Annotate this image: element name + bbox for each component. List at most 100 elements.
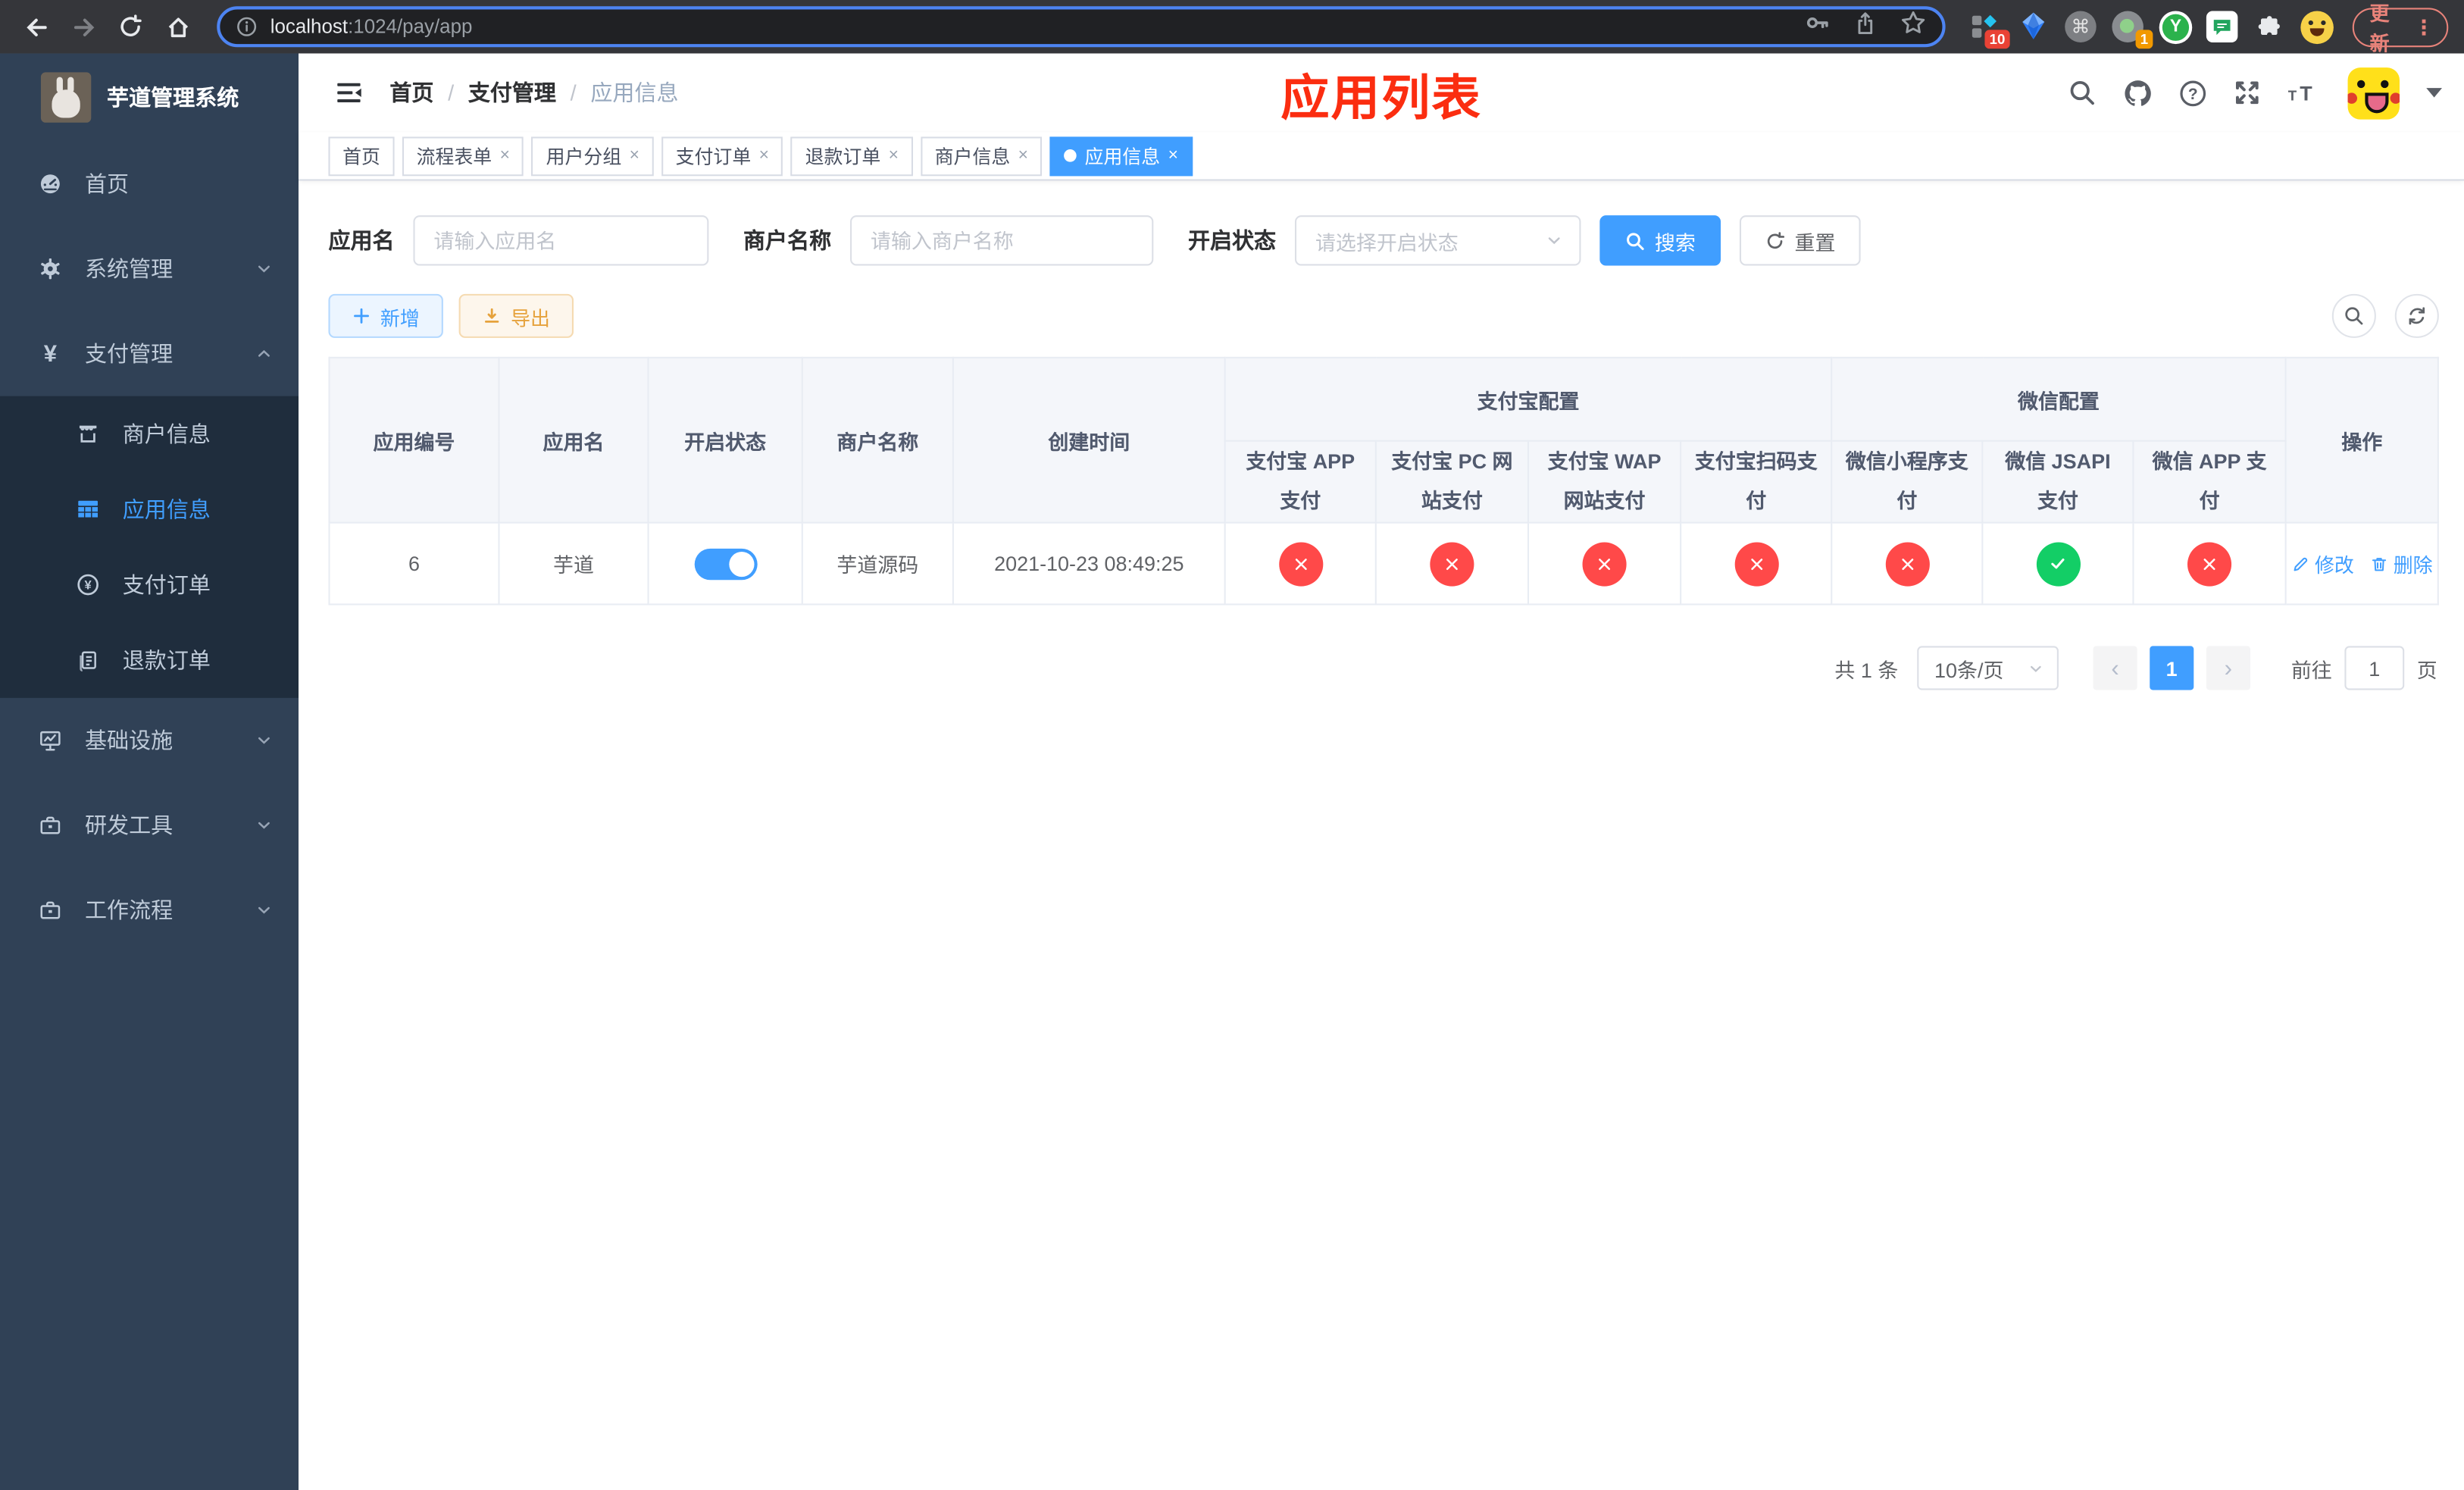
close-icon[interactable]: × — [1018, 146, 1028, 164]
fail-icon — [1734, 541, 1778, 586]
sidebar-item-workflow[interactable]: 工作流程 — [0, 868, 299, 953]
browser-update-button[interactable]: 更新 ⋮ — [2352, 3, 2449, 55]
sidebar-item-home[interactable]: 首页 — [0, 142, 299, 227]
tag-refund-order[interactable]: 退款订单 × — [790, 136, 913, 176]
avatar-caret-icon[interactable] — [2426, 88, 2442, 98]
toggle-search-button[interactable] — [2331, 293, 2376, 338]
browser-forward-button[interactable] — [63, 6, 104, 47]
close-icon[interactable]: × — [500, 146, 510, 164]
sidebar-item-payment[interactable]: ¥ 支付管理 — [0, 311, 299, 396]
col-header-alipay-qr: 支付宝扫码支付 — [1680, 440, 1833, 524]
bookmark-star-icon[interactable] — [1900, 9, 1926, 44]
share-icon[interactable] — [1853, 10, 1878, 43]
user-avatar[interactable] — [2347, 67, 2400, 119]
extension-tampermonkey-icon[interactable]: 10 — [1968, 9, 2010, 49]
fullscreen-icon[interactable] — [2231, 77, 2262, 108]
search-icon — [2345, 307, 2363, 325]
success-icon — [2035, 541, 2080, 586]
breadcrumb-current: 应用信息 — [590, 80, 679, 105]
tag-user-group[interactable]: 用户分组 × — [531, 136, 654, 176]
merchant-name-input[interactable] — [850, 215, 1154, 266]
tag-app-info[interactable]: 应用信息 × — [1050, 136, 1193, 176]
address-bar[interactable]: localhost:1024/pay/app — [217, 6, 1946, 48]
delete-link[interactable]: 删除 — [2370, 549, 2433, 578]
grid-icon — [76, 496, 101, 521]
col-header-alipay-wap: 支付宝 WAP 网站支付 — [1527, 440, 1682, 524]
extension-proxy-icon[interactable]: 1 — [2110, 9, 2153, 49]
sidebar-item-app-info[interactable]: 应用信息 — [0, 471, 299, 547]
close-icon[interactable]: × — [759, 146, 769, 164]
browser-home-button[interactable] — [157, 6, 198, 47]
profile-avatar-icon[interactable] — [2300, 10, 2334, 44]
dashboard-icon — [38, 171, 63, 196]
download-icon — [485, 308, 499, 323]
search-icon[interactable] — [2066, 77, 2097, 108]
add-button[interactable]: 新增 — [328, 293, 443, 338]
github-icon[interactable] — [2122, 77, 2153, 108]
col-header-alipay-app: 支付宝 APP 支付 — [1224, 440, 1377, 524]
monitor-chart-icon — [38, 728, 63, 753]
fail-icon — [1430, 541, 1474, 586]
sidebar-item-system[interactable]: 系统管理 — [0, 227, 299, 311]
password-key-icon[interactable] — [1804, 9, 1831, 44]
next-page-button[interactable]: › — [2206, 646, 2250, 690]
sidebar-collapse-button[interactable] — [324, 67, 374, 117]
extensions-puzzle-icon[interactable] — [2252, 9, 2287, 44]
close-icon[interactable]: × — [1168, 146, 1178, 164]
goto-page-input[interactable] — [2344, 646, 2405, 690]
page-number-1[interactable]: 1 — [2150, 646, 2194, 690]
cell-id: 6 — [328, 521, 500, 606]
app-name-input[interactable] — [413, 215, 709, 266]
sidebar-item-refund-orders[interactable]: 退款订单 — [0, 622, 299, 698]
status-select[interactable]: 请选择开启状态 — [1294, 215, 1581, 266]
extension-kite-icon[interactable] — [2016, 9, 2051, 44]
page-size-select[interactable]: 10条/页 — [1917, 646, 2059, 690]
chevron-up-icon — [255, 344, 274, 363]
close-icon[interactable]: × — [889, 146, 899, 164]
sidebar-item-dev-tools[interactable]: 研发工具 — [0, 783, 299, 868]
extension-y-icon[interactable]: Y — [2159, 10, 2193, 44]
status-cell — [1680, 521, 1833, 606]
status-toggle[interactable] — [693, 547, 757, 580]
yen-icon: ¥ — [43, 340, 58, 368]
table-toolbar: 新增 导出 — [328, 293, 2439, 338]
status-label: 开启状态 — [1187, 227, 1277, 253]
edit-link[interactable]: 修改 — [2291, 549, 2354, 578]
app-logo-row[interactable]: 芋道管理系统 — [0, 54, 299, 142]
close-icon[interactable]: × — [630, 146, 639, 164]
sidebar-item-merchant-info[interactable]: 商户信息 — [0, 396, 299, 472]
sidebar-item-infrastructure[interactable]: 基础设施 — [0, 698, 299, 783]
status-cell — [1224, 521, 1377, 606]
site-info-icon[interactable] — [236, 16, 258, 38]
fail-icon — [1278, 541, 1323, 586]
breadcrumb-payment[interactable]: 支付管理 — [468, 77, 556, 108]
help-icon[interactable]: ? — [2176, 77, 2207, 108]
refresh-table-button[interactable] — [2394, 293, 2439, 338]
merchant-name-label: 商户名称 — [743, 227, 832, 253]
extension-badge: 10 — [1984, 30, 2010, 49]
font-size-icon[interactable]: TT — [2287, 77, 2318, 108]
prev-page-button[interactable]: ‹ — [2093, 646, 2137, 690]
sidebar-item-label: 商户信息 — [122, 421, 211, 447]
tags-view: 首页 流程表单 × 用户分组 × 支付订单 × 退款订单 × 商户信息 × 应用信息 × — [299, 132, 2464, 181]
svg-text:T: T — [2300, 83, 2312, 105]
extension-chat-icon[interactable] — [2206, 11, 2238, 42]
sidebar-item-label: 退款订单 — [122, 647, 211, 673]
tag-merchant-info[interactable]: 商户信息 × — [921, 136, 1043, 176]
status-cell — [1527, 521, 1682, 606]
search-button[interactable]: 搜索 — [1599, 215, 1721, 266]
browser-back-button[interactable] — [16, 6, 57, 47]
browser-menu-kebab-icon[interactable]: ⋮ — [2414, 17, 2434, 37]
extensions-row: 10 ⌘ 1 Y — [1968, 9, 2334, 49]
col-header-wechat-app: 微信 APP 支付 — [2132, 440, 2287, 524]
export-button[interactable]: 导出 — [458, 293, 574, 338]
breadcrumb-home[interactable]: 首页 — [389, 77, 433, 108]
browser-reload-button[interactable] — [110, 6, 151, 47]
reset-button[interactable]: 重置 — [1739, 215, 1861, 266]
extension-command-icon[interactable]: ⌘ — [2065, 11, 2097, 42]
tag-process-form[interactable]: 流程表单 × — [402, 136, 524, 176]
tag-pay-order[interactable]: 支付订单 × — [661, 136, 783, 176]
col-header-created: 创建时间 — [952, 356, 1226, 524]
tag-home[interactable]: 首页 — [328, 136, 395, 176]
sidebar-item-pay-orders[interactable]: ¥ 支付订单 — [0, 547, 299, 623]
